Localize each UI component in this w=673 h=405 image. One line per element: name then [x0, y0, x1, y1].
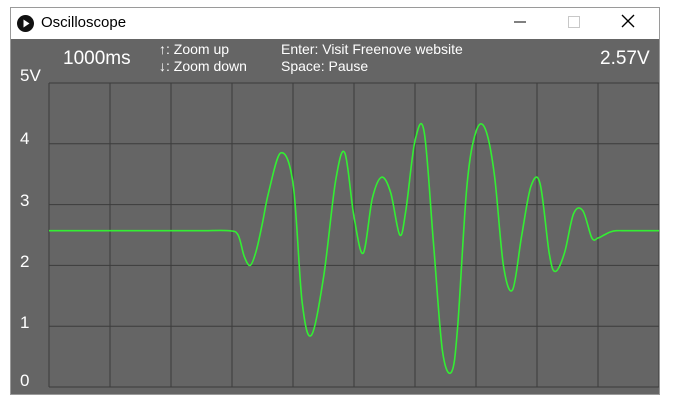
y-tick-label: 2 — [20, 252, 30, 271]
y-tick-label: 4 — [20, 129, 30, 148]
close-icon — [621, 14, 635, 33]
y-tick-label: 0 — [20, 371, 30, 390]
voltage-readout: 2.57V — [600, 48, 650, 69]
minimize-button[interactable] — [497, 8, 543, 39]
y-tick-label: 5V — [20, 66, 41, 85]
waveform-plot — [48, 82, 659, 388]
play-circle-icon — [17, 15, 34, 32]
close-button[interactable] — [605, 8, 651, 39]
zoom-up-hint: ↑: Zoom up — [159, 41, 230, 57]
minimize-icon — [514, 15, 526, 33]
space-pause-hint: Space: Pause — [281, 58, 369, 74]
scope-display[interactable]: 1000ms ↑: Zoom up ↓: Zoom down Enter: Vi… — [11, 39, 659, 394]
enter-website-hint: Enter: Visit Freenove website — [281, 41, 463, 57]
maximize-button[interactable] — [551, 8, 597, 39]
maximize-icon — [568, 15, 580, 33]
oscilloscope-window: Oscilloscope 1000ms ↑: Zoom up ↓: Zoom d… — [10, 7, 660, 395]
time-scale-label: 1000ms — [63, 48, 131, 69]
zoom-down-hint: ↓: Zoom down — [159, 58, 247, 74]
y-tick-label: 3 — [20, 191, 30, 210]
title-bar[interactable]: Oscilloscope — [11, 8, 659, 39]
window-title: Oscilloscope — [41, 14, 127, 31]
y-tick-label: 1 — [20, 313, 30, 332]
